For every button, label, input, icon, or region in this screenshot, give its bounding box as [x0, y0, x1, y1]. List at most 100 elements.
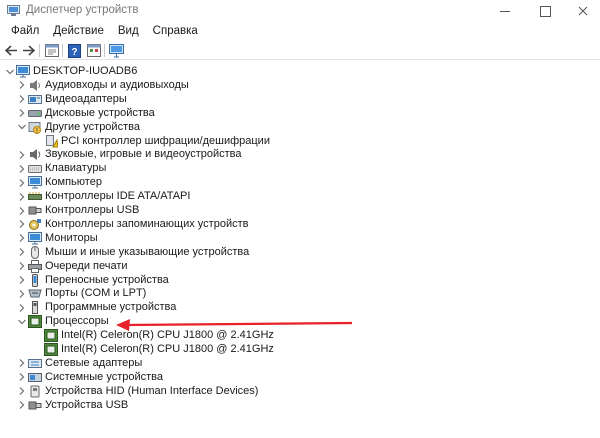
- processor-icon: [28, 315, 42, 329]
- menu-action[interactable]: Действие: [46, 22, 111, 41]
- tree-item-label: Сетевые адаптеры: [45, 356, 143, 369]
- title-bar: Диспетчер устройств: [0, 0, 600, 22]
- tree-category[interactable]: ! Другие устройства: [16, 120, 140, 135]
- tree-item-label: Клавиатуры: [45, 162, 107, 175]
- chevron-right-icon[interactable]: [16, 175, 28, 190]
- chevron-right-icon[interactable]: [16, 161, 28, 176]
- tree-category[interactable]: Контроллеры запоминающих устройств: [16, 217, 248, 232]
- ide-controller-icon: [28, 190, 42, 203]
- tree-category[interactable]: Аудиовходы и аудиовыходы: [16, 78, 189, 93]
- menu-file[interactable]: Файл: [4, 22, 46, 41]
- tree-item-label: Аудиовходы и аудиовыходы: [45, 78, 189, 91]
- storage-controller-icon: [28, 218, 42, 231]
- tree-device[interactable]: Intel(R) Celeron(R) CPU J1800 @ 2.41GHz: [32, 328, 274, 343]
- other-devices-icon: !: [28, 121, 42, 134]
- tree-category[interactable]: Мыши и иные указывающие устройства: [16, 245, 249, 260]
- tree-category[interactable]: Порты (COM и LPT): [16, 286, 146, 301]
- device-tree: DESKTOP-IUOADB6 Аудиовходы и аудиовыходы…: [0, 62, 600, 438]
- chevron-right-icon[interactable]: [16, 147, 28, 162]
- chevron-right-icon[interactable]: [16, 245, 28, 260]
- tree-category[interactable]: Контроллеры USB: [16, 203, 139, 218]
- chevron-right-icon[interactable]: [16, 398, 28, 413]
- tree-category[interactable]: Видеоадаптеры: [16, 92, 127, 107]
- chevron-right-icon[interactable]: [16, 300, 28, 315]
- mouse-icon: [28, 245, 42, 259]
- chevron-right-icon[interactable]: [16, 203, 28, 218]
- chevron-right-icon[interactable]: [16, 106, 28, 121]
- tree-item-label: Устройства USB: [45, 398, 129, 411]
- toolbar-separator: [39, 44, 40, 57]
- tree-item-label: Мыши и иные указывающие устройства: [45, 245, 250, 258]
- tree-category[interactable]: Сетевые адаптеры: [16, 356, 142, 371]
- tree-item-label: Контроллеры USB: [45, 204, 140, 216]
- view-icon[interactable]: [86, 43, 101, 58]
- tree-category[interactable]: Контроллеры IDE ATA/ATAPI: [16, 189, 190, 204]
- chevron-right-icon[interactable]: [16, 384, 28, 399]
- tree-item-label: Компьютер: [45, 176, 102, 189]
- tree-category[interactable]: Компьютер: [16, 175, 102, 190]
- back-icon[interactable]: [4, 43, 19, 58]
- tree-category[interactable]: Звуковые, игровые и видеоустройства: [16, 147, 242, 162]
- tree-category[interactable]: Системные устройства: [16, 370, 163, 385]
- menu-help[interactable]: Справка: [146, 22, 205, 41]
- tree-category[interactable]: Дисковые устройства: [16, 106, 155, 121]
- chevron-down-icon[interactable]: [16, 120, 28, 135]
- tree-root[interactable]: DESKTOP-IUOADB6: [4, 64, 137, 79]
- forward-icon[interactable]: [21, 43, 36, 58]
- processor-icon: [44, 329, 58, 343]
- tree-category[interactable]: Клавиатуры: [16, 161, 106, 176]
- tree-category[interactable]: Устройства HID (Human Interface Devices): [16, 384, 258, 399]
- chevron-right-icon[interactable]: [16, 231, 28, 246]
- processor-icon: [44, 343, 58, 356]
- tree-device[interactable]: PCI контроллер шифрации/дешифрации: [32, 134, 270, 149]
- chevron-right-icon[interactable]: [16, 286, 28, 301]
- chevron-right-icon[interactable]: [16, 370, 28, 385]
- unknown-device-icon: [44, 134, 59, 148]
- help-icon[interactable]: ?: [67, 43, 82, 58]
- window-title: Диспетчер устройств: [26, 4, 139, 16]
- tree-category[interactable]: Очереди печати: [16, 259, 128, 274]
- tree-item-label: Другие устройства: [45, 120, 140, 133]
- tree-category[interactable]: Переносные устройства: [16, 273, 169, 288]
- tree-category[interactable]: Мониторы: [16, 231, 98, 246]
- chevron-right-icon[interactable]: [16, 92, 28, 107]
- tree-item-label: Звуковые, игровые и видеоустройства: [45, 148, 242, 161]
- computer-icon: [28, 176, 42, 189]
- tree-category[interactable]: Устройства USB: [16, 398, 128, 413]
- monitor-scan-icon[interactable]: [109, 43, 124, 58]
- close-button[interactable]: [566, 0, 600, 22]
- chevron-right-icon[interactable]: [16, 78, 28, 93]
- chevron-right-icon[interactable]: [16, 217, 28, 232]
- usb-device-icon: [28, 399, 42, 412]
- toolbar: ?: [0, 41, 600, 60]
- tree-item-label: Контроллеры запоминающих устройств: [45, 217, 249, 230]
- portable-device-icon: [28, 273, 42, 287]
- properties-icon[interactable]: [44, 43, 59, 58]
- minimize-button[interactable]: [488, 0, 522, 22]
- keyboard-icon: [28, 162, 42, 175]
- svg-text:?: ?: [71, 47, 77, 58]
- chevron-right-icon[interactable]: [16, 356, 28, 371]
- maximize-button[interactable]: [528, 0, 562, 22]
- system-device-icon: [28, 371, 42, 384]
- tree-device[interactable]: Intel(R) Celeron(R) CPU J1800 @ 2.41GHz: [32, 342, 274, 357]
- chevron-right-icon[interactable]: [16, 273, 28, 288]
- chevron-right-icon[interactable]: [16, 259, 28, 274]
- tree-category[interactable]: Программные устройства: [16, 300, 176, 315]
- tree-item-label: Процессоры: [45, 315, 109, 328]
- tree-category[interactable]: Процессоры: [16, 314, 109, 329]
- chevron-down-icon[interactable]: [4, 64, 16, 79]
- tree-item-label: Системные устройства: [45, 370, 164, 383]
- close-icon: [578, 6, 588, 16]
- display-adapter-icon: [28, 93, 42, 106]
- chevron-down-icon[interactable]: [16, 314, 28, 329]
- port-icon: [28, 287, 42, 300]
- tree-item-label: Intel(R) Celeron(R) CPU J1800 @ 2.41GHz: [61, 329, 274, 342]
- tree-root-label: DESKTOP-IUOADB6: [33, 65, 138, 77]
- usb-controller-icon: [28, 204, 42, 217]
- menu-view[interactable]: Вид: [111, 22, 146, 41]
- disk-icon: [28, 107, 42, 120]
- chevron-right-icon[interactable]: [16, 189, 28, 204]
